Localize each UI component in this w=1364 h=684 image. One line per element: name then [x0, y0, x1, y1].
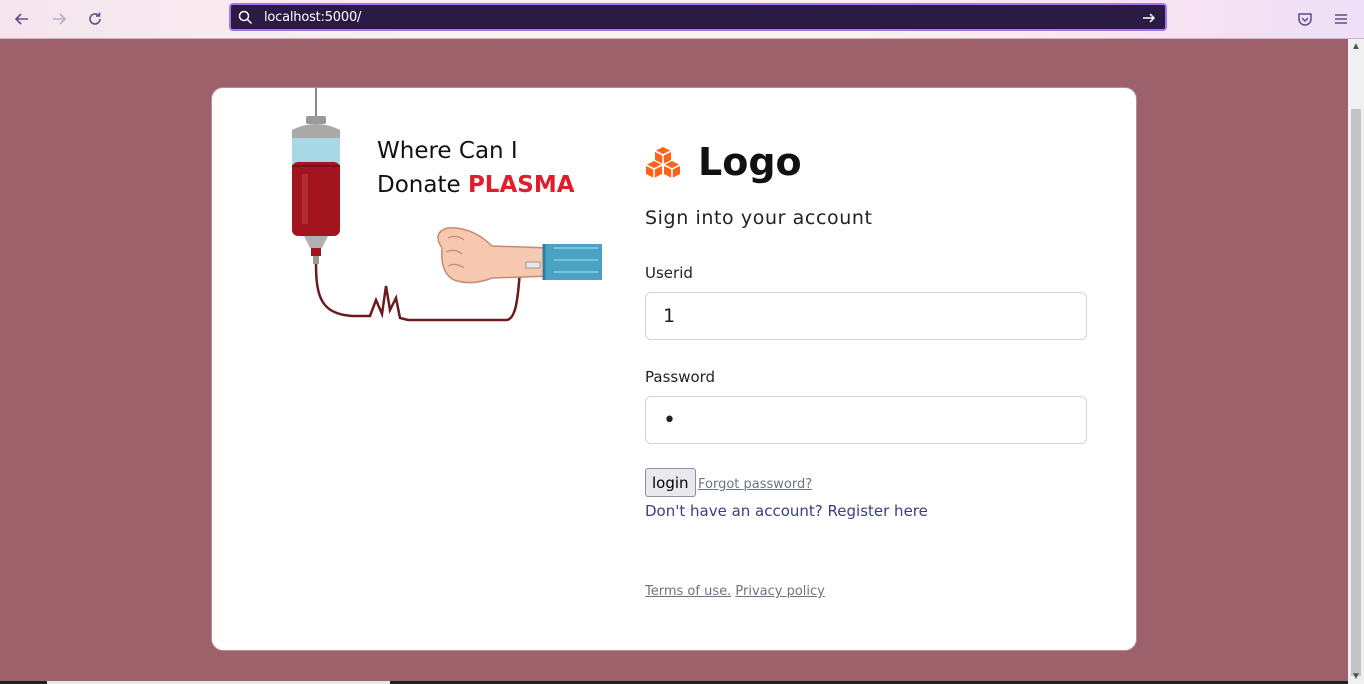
userid-value: 1: [663, 305, 676, 327]
reload-icon[interactable]: [83, 7, 107, 31]
address-bar[interactable]: localhost:5000/: [229, 3, 1167, 31]
login-card: Where Can I Donate PLASMA Logo Sign into…: [211, 87, 1137, 651]
page-scrollbar[interactable]: ▲ ▼: [1348, 39, 1364, 684]
hero-tagline: Where Can I Donate PLASMA: [377, 134, 575, 202]
scroll-thumb[interactable]: [1351, 109, 1361, 676]
userid-field[interactable]: 1: [645, 292, 1087, 340]
login-button[interactable]: login: [645, 468, 696, 497]
browser-toolbar: localhost:5000/: [0, 0, 1364, 39]
forward-icon[interactable]: [47, 7, 71, 31]
tagline-line-2: Donate PLASMA: [377, 168, 575, 202]
password-field[interactable]: •: [645, 396, 1087, 444]
url-text[interactable]: localhost:5000/: [264, 10, 361, 25]
logo-text: Logo: [698, 140, 802, 184]
pocket-icon[interactable]: [1295, 9, 1315, 29]
register-link[interactable]: Don't have an account? Register here: [645, 502, 928, 520]
terms-link[interactable]: Terms of use.: [645, 584, 731, 599]
password-label: Password: [645, 368, 716, 386]
footer-links: Terms of use. Privacy policy: [645, 584, 825, 599]
brand-logo: Logo: [644, 140, 802, 184]
go-arrow-icon[interactable]: [1141, 10, 1157, 31]
password-value: •: [663, 407, 676, 433]
tagline-prefix: Donate: [377, 172, 461, 198]
menu-icon[interactable]: [1331, 9, 1351, 29]
back-icon[interactable]: [10, 7, 34, 31]
cubes-icon: [645, 147, 681, 178]
tagline-highlight: PLASMA: [467, 172, 575, 198]
page-subtitle: Sign into your account: [645, 207, 873, 229]
scroll-down-icon[interactable]: ▼: [1351, 671, 1361, 682]
blood-bag-illustration: [292, 88, 602, 322]
userid-label: Userid: [645, 264, 693, 282]
search-icon: [238, 10, 253, 30]
scroll-up-icon[interactable]: ▲: [1351, 41, 1361, 52]
privacy-link[interactable]: Privacy policy: [735, 584, 824, 599]
tagline-line-1: Where Can I: [377, 138, 518, 164]
forgot-password-link[interactable]: Forgot password?: [698, 477, 812, 492]
